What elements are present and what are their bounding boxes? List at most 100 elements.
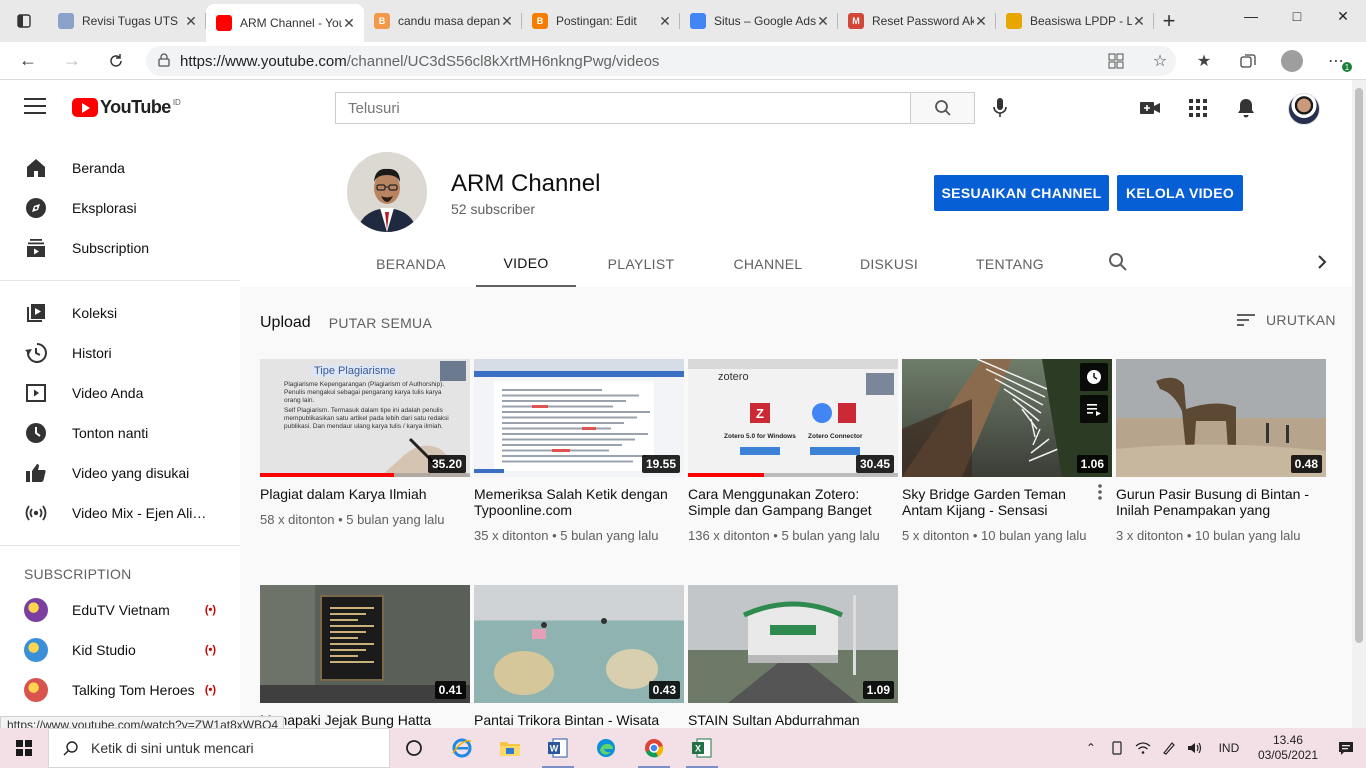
apps-icon[interactable] <box>1094 46 1138 76</box>
microphone-icon[interactable] <box>988 96 1012 120</box>
video-title[interactable]: Gurun Pasir Busung di Bintan - Inilah Pe… <box>1116 486 1326 518</box>
pen-workspace-icon[interactable] <box>1157 741 1181 755</box>
create-video-icon[interactable] <box>1136 94 1164 122</box>
video-title[interactable]: Memeriksa Salah Ketik dengan Typoonline.… <box>474 486 684 518</box>
video-thumbnail[interactable]: 0.48 <box>1116 359 1326 477</box>
video-thumbnail[interactable]: zotero Z Zotero 5.0 for Windows Zotero Conn… <box>688 359 898 477</box>
channel-tab[interactable]: TENTANG <box>948 240 1072 287</box>
video-title[interactable]: Menapaki Jejak Bung Hatta <box>260 712 470 728</box>
taskbar-search-box[interactable]: Ketik di sini untuk mencari <box>48 728 390 768</box>
sidebar-item[interactable]: Histori <box>0 333 240 373</box>
browser-tab[interactable]: ARM Channel - YouTube✕ <box>206 4 364 42</box>
video-thumbnail[interactable]: 19.55 <box>474 359 684 477</box>
wifi-icon[interactable] <box>1131 741 1155 755</box>
browser-tab[interactable]: Revisi Tugas UTS ✕ <box>48 4 206 38</box>
input-language[interactable]: IND <box>1209 741 1249 755</box>
channel-tab[interactable]: CHANNEL <box>706 240 830 287</box>
video-title[interactable]: Sky Bridge Garden Teman Antam Kijang - S… <box>902 486 1112 518</box>
video-thumbnail[interactable]: 0.43 <box>474 585 684 703</box>
close-tab-icon[interactable]: ✕ <box>974 13 988 30</box>
address-bar[interactable]: https://www.youtube.com/channel/UC3dS56c… <box>146 46 1176 76</box>
windows-start-icon[interactable] <box>0 728 48 768</box>
video-card[interactable]: 0.43 Pantai Trikora Bintan - Wisata <box>474 585 684 728</box>
sidebar-item[interactable]: Video Mix - Ejen Alicia Season 1 <box>0 493 240 533</box>
add-favorite-icon[interactable]: ☆ <box>1138 46 1182 76</box>
video-card[interactable]: Tipe Plagiarisme Plagiarisme Kepengaranga… <box>260 359 470 529</box>
sidebar-item[interactable]: Tonton nanti <box>0 413 240 453</box>
excel-icon[interactable]: X <box>678 728 726 768</box>
more-actions-icon[interactable] <box>1092 483 1108 506</box>
action-center-icon[interactable] <box>1327 740 1365 756</box>
video-card[interactable]: 0.48 Gurun Pasir Busung di Bintan - Inila… <box>1116 359 1326 545</box>
sidebar-item[interactable]: Koleksi <box>0 293 240 333</box>
apps-grid-icon[interactable] <box>1184 94 1212 122</box>
forward-button[interactable]: → <box>50 42 94 80</box>
subscription-item[interactable]: EduTV Vietnam (•) <box>0 590 240 630</box>
settings-menu-icon[interactable]: ⋯ 1 <box>1314 46 1358 76</box>
browser-tab[interactable]: Bcandu masa depan ✕ <box>364 4 522 38</box>
video-thumbnail[interactable]: 1.06 <box>902 359 1112 477</box>
internet-explorer-icon[interactable] <box>438 728 486 768</box>
search-button[interactable] <box>910 92 975 124</box>
browser-tab[interactable]: B Postingan: Edit ✕ <box>522 4 680 38</box>
search-input[interactable]: Telusuri <box>335 92 911 124</box>
channel-tab[interactable]: PLAYLIST <box>576 240 706 287</box>
sidebar-item[interactable]: Video Anda <box>0 373 240 413</box>
close-window-button[interactable]: ✕ <box>1320 0 1366 32</box>
scrollbar-thumb[interactable] <box>1355 88 1363 643</box>
new-tab-button[interactable]: + <box>1154 4 1184 38</box>
hamburger-menu-icon[interactable] <box>24 98 46 119</box>
video-card[interactable]: zotero Z Zotero 5.0 for Windows Zotero Conn… <box>688 359 898 545</box>
subscription-item[interactable]: Talking Tom Heroes (•) <box>0 670 240 710</box>
browser-tab[interactable]: Situs – Google Ads ✕ <box>680 4 838 38</box>
minimize-button[interactable]: — <box>1228 0 1274 32</box>
add-to-queue-icon[interactable] <box>1080 395 1108 423</box>
chrome-icon[interactable] <box>630 728 678 768</box>
subscription-item[interactable]: Kid Studio (•) <box>0 630 240 670</box>
file-explorer-icon[interactable] <box>486 728 534 768</box>
word-icon[interactable]: W <box>534 728 582 768</box>
channel-search-icon[interactable] <box>1108 252 1132 276</box>
video-title[interactable]: Cara Menggunakan Zotero: Simple dan Gamp… <box>688 486 898 518</box>
back-button[interactable]: ← <box>6 42 50 80</box>
sidebar-item[interactable]: Subscription <box>0 228 240 268</box>
video-card[interactable]: 19.55 Memeriksa Salah Ketik dengan Typoon… <box>474 359 684 545</box>
play-all-button[interactable]: PUTAR SEMUA <box>329 315 432 331</box>
tabs-next-chevron-icon[interactable] <box>1312 252 1336 276</box>
sidebar-item[interactable]: Video yang disukai <box>0 453 240 493</box>
video-title[interactable]: Plagiat dalam Karya Ilmiah <box>260 486 470 502</box>
browser-tab[interactable]: M Reset Password Akun✕ <box>838 4 996 38</box>
video-thumbnail[interactable]: Tipe Plagiarisme Plagiarisme Kepengaranga… <box>260 359 470 477</box>
video-card[interactable]: 0.41 Menapaki Jejak Bung Hatta <box>260 585 470 728</box>
device-icon[interactable] <box>1105 741 1129 755</box>
channel-tab[interactable]: BERANDA <box>346 240 476 287</box>
maximize-button[interactable]: □ <box>1274 0 1320 32</box>
channel-tab[interactable]: VIDEO <box>476 240 576 287</box>
youtube-logo[interactable]: YouTube ID <box>72 97 181 118</box>
task-view-icon[interactable] <box>390 728 438 768</box>
tab-actions-icon[interactable] <box>0 0 48 42</box>
notifications-bell-icon[interactable] <box>1232 94 1260 122</box>
account-avatar[interactable] <box>1288 93 1320 125</box>
customize-channel-button[interactable]: SESUAIKAN CHANNEL <box>934 175 1109 211</box>
close-tab-icon[interactable]: ✕ <box>816 13 830 30</box>
video-thumbnail[interactable]: 1.09 <box>688 585 898 703</box>
sidebar-item[interactable]: Beranda <box>0 148 240 188</box>
reload-button[interactable] <box>94 42 138 80</box>
collections-icon[interactable] <box>1226 46 1270 76</box>
video-title[interactable]: Pantai Trikora Bintan - Wisata <box>474 712 684 728</box>
manage-videos-button[interactable]: KELOLA VIDEO <box>1117 175 1243 211</box>
sidebar-item[interactable]: Eksplorasi <box>0 188 240 228</box>
close-tab-icon[interactable]: ✕ <box>1132 13 1146 30</box>
close-tab-icon[interactable]: ✕ <box>500 13 514 30</box>
close-tab-icon[interactable]: ✕ <box>658 13 672 30</box>
close-tab-icon[interactable]: ✕ <box>342 15 356 32</box>
profile-icon[interactable] <box>1270 46 1314 76</box>
video-card[interactable]: 1.06 Sky Bridge Garden Teman Antam Kijang… <box>902 359 1112 545</box>
close-tab-icon[interactable]: ✕ <box>184 13 198 30</box>
edge-icon[interactable] <box>582 728 630 768</box>
watch-later-icon[interactable] <box>1080 363 1108 391</box>
channel-tab[interactable]: DISKUSI <box>830 240 948 287</box>
favorites-icon[interactable]: ★ <box>1182 46 1226 76</box>
sort-button[interactable]: URUTKAN <box>1236 312 1336 328</box>
